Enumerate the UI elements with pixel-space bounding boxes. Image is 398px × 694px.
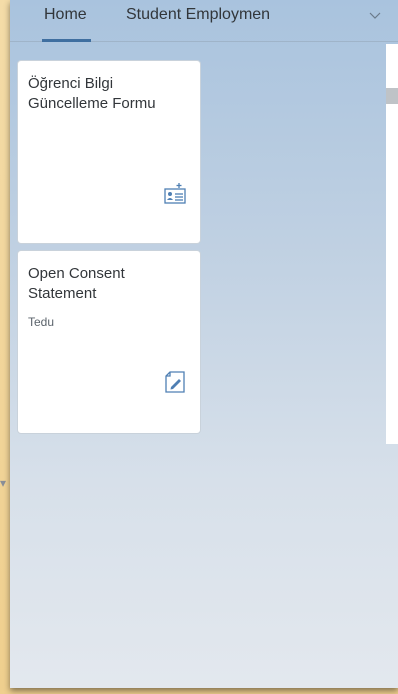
tile-ogrenci-bilgi-guncelleme[interactable]: Öğrenci Bilgi Güncelleme Formu (17, 60, 201, 244)
scrollbar-thumb[interactable] (386, 88, 398, 104)
arrow-icon: ▾ (0, 476, 7, 490)
tile-title: Öğrenci Bilgi Güncelleme Formu (28, 75, 156, 112)
selected-tab-indicator (42, 39, 91, 42)
add-contact-icon (164, 183, 186, 205)
tile-open-consent-statement[interactable]: Open Consent Statement Tedu (17, 250, 201, 434)
tile-subtitle: Tedu (28, 315, 55, 329)
content-area-edge (386, 44, 398, 444)
tile-title: Open Consent Statement (28, 265, 125, 302)
tab-home[interactable]: Home (42, 6, 91, 42)
group-tab-bar: Home Student Employmen (10, 0, 398, 42)
edit-document-icon (164, 371, 186, 393)
tab-student-employment[interactable]: Student Employmen (126, 6, 376, 24)
tab-home-label: Home (44, 6, 87, 23)
launchpad-panel: Home Student Employmen Öğrenci Bilgi Gün… (10, 0, 398, 688)
tab-student-employment-label: Student Employmen (126, 6, 271, 23)
chevron-down-icon[interactable] (368, 8, 382, 22)
